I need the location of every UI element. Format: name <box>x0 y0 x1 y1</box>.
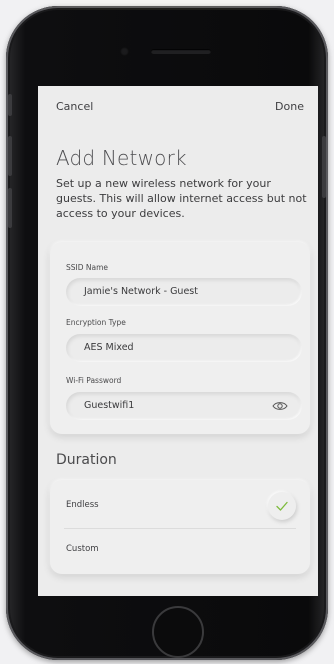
duration-heading: Duration <box>56 452 117 468</box>
done-button[interactable]: Done <box>275 100 304 113</box>
password-input[interactable]: Guestwifi1 <box>66 392 302 420</box>
front-camera <box>120 47 129 56</box>
encryption-select[interactable]: AES Mixed <box>66 334 302 362</box>
network-settings-card: SSID Name Jamie's Network - Guest Encryp… <box>50 242 310 434</box>
nav-bar: Cancel Done <box>56 100 304 118</box>
duration-option-label: Custom <box>66 544 99 554</box>
power-button <box>322 136 326 198</box>
page-description: Set up a new wireless network for your g… <box>56 177 307 220</box>
mute-switch <box>8 94 12 116</box>
home-button[interactable] <box>152 606 204 658</box>
eye-icon[interactable] <box>272 400 288 412</box>
ssid-input[interactable]: Jamie's Network - Guest <box>66 278 302 306</box>
duration-option-custom[interactable]: Custom <box>50 528 310 574</box>
password-label: Wi-Fi Password <box>66 376 122 385</box>
cancel-button[interactable]: Cancel <box>56 100 93 113</box>
selected-check[interactable] <box>268 492 296 520</box>
page-title: Add Network <box>56 146 187 170</box>
encryption-label: Encryption Type <box>66 318 126 327</box>
duration-option-label: Endless <box>66 500 99 510</box>
phone-frame: Cancel Done Add Network Set up a new wir… <box>6 6 328 660</box>
password-value: Guestwifi1 <box>84 400 135 411</box>
duration-option-endless[interactable]: Endless <box>50 480 310 526</box>
volume-down-button <box>8 188 12 228</box>
check-icon <box>276 501 288 511</box>
phone-screen: Cancel Done Add Network Set up a new wir… <box>38 86 318 596</box>
earpiece-speaker <box>151 49 211 54</box>
ssid-label: SSID Name <box>66 263 109 272</box>
duration-card: Endless Custom <box>50 480 310 574</box>
volume-up-button <box>8 136 12 176</box>
